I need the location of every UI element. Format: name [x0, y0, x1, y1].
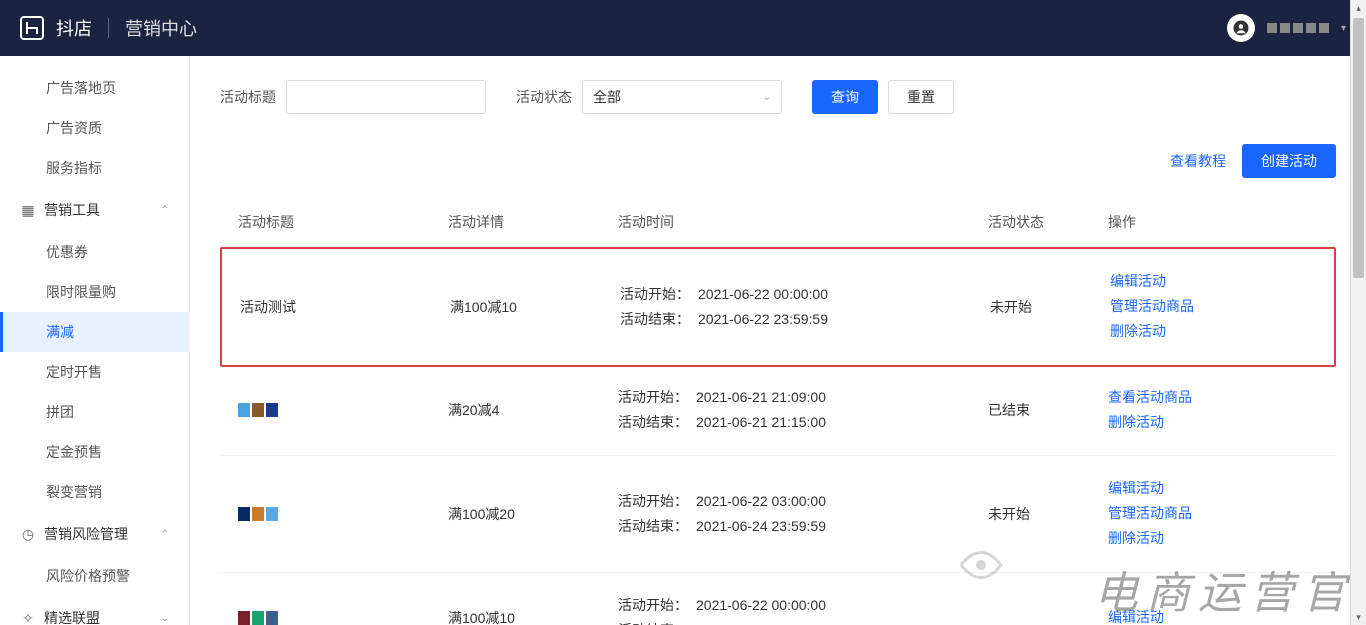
clock-icon: ◷ [20, 526, 36, 543]
logo-area[interactable]: 抖店 [20, 15, 92, 41]
cell-time: 活动开始：2021-06-22 03:00:00活动结束：2021-06-24 … [618, 489, 988, 539]
title-redacted [238, 403, 448, 417]
scrollbar-thumb[interactable] [1353, 18, 1364, 278]
star-icon: ✧ [20, 610, 36, 625]
action-link[interactable]: 编辑活动 [1110, 269, 1316, 294]
header-divider [108, 18, 109, 38]
table-row: 满20减4活动开始：2021-06-21 21:09:00活动结束：2021-0… [220, 365, 1336, 456]
sidebar-section-header[interactable]: ▦ 营销工具 ⌃ [0, 188, 189, 232]
brand-name: 抖店 [56, 15, 92, 41]
cell-status: 未开始 [988, 504, 1108, 524]
action-link[interactable]: 查看活动商品 [1108, 385, 1318, 410]
table-row: 满100减10活动开始：2021-06-22 00:00:00活动结束：2021… [220, 573, 1336, 625]
sidebar-section-label: 营销工具 [44, 200, 100, 220]
cell-detail: 满100减20 [448, 504, 618, 524]
sidebar-item[interactable]: 限时限量购 [0, 272, 189, 312]
sidebar-item[interactable]: 定金预售 [0, 432, 189, 472]
chevron-up-icon: ⌃ [161, 529, 169, 540]
top-header: 抖店 营销中心 ▾ [0, 0, 1366, 56]
cell-actions: 编辑活动管理活动商品删除活动 [1108, 476, 1318, 552]
sidebar-section-header[interactable]: ◷ 营销风险管理 ⌃ [0, 512, 189, 556]
sidebar-section-label: 营销风险管理 [44, 524, 128, 544]
page-title: 营销中心 [125, 15, 197, 41]
avatar-icon [1227, 14, 1255, 42]
action-link[interactable]: 编辑活动 [1108, 605, 1318, 625]
grid-icon: ▦ [20, 202, 36, 219]
main-content: 活动标题 活动状态 全部 ⌄ 查询 重置 查看教程 创建活动 活动标题 活 [190, 56, 1366, 625]
chevron-down-icon: ⌄ [763, 92, 771, 103]
title-redacted [238, 507, 448, 521]
vertical-scrollbar[interactable]: ▴ ▾ [1350, 0, 1366, 625]
th-time: 活动时间 [618, 212, 988, 232]
action-link[interactable]: 管理活动商品 [1108, 501, 1318, 526]
cell-actions: 编辑活动管理活动商品删除活动 [1110, 269, 1316, 345]
action-link[interactable]: 删除活动 [1110, 319, 1316, 344]
cell-actions: 编辑活动 [1108, 605, 1318, 625]
th-title: 活动标题 [238, 212, 448, 232]
cell-time: 活动开始：2021-06-22 00:00:00活动结束：2021-06-22 … [620, 282, 990, 332]
filter-status-label: 活动状态 [516, 87, 572, 107]
username-redacted [1267, 23, 1329, 33]
sidebar-item[interactable]: 服务指标 [0, 148, 189, 188]
filter-status-select[interactable]: 全部 ⌄ [582, 80, 782, 114]
cell-status: 未开始 [990, 297, 1110, 317]
sidebar-section-header[interactable]: ✧ 精选联盟 ⌄ [0, 596, 189, 625]
sidebar-item[interactable]: 风险价格预警 [0, 556, 189, 596]
th-status: 活动状态 [988, 212, 1108, 232]
th-detail: 活动详情 [448, 212, 618, 232]
create-activity-button[interactable]: 创建活动 [1242, 144, 1336, 178]
cell-time: 活动开始：2021-06-22 00:00:00活动结束：2021-06-24 … [618, 593, 988, 625]
scroll-down-arrow-icon[interactable]: ▾ [1351, 609, 1366, 625]
cell-detail: 满100减10 [448, 608, 618, 625]
cell-status: 已结束 [988, 400, 1108, 420]
cell-time: 活动开始：2021-06-21 21:09:00活动结束：2021-06-21 … [618, 385, 988, 435]
chevron-down-icon: ▾ [1341, 23, 1346, 34]
sidebar-item[interactable]: 广告资质 [0, 108, 189, 148]
reset-button[interactable]: 重置 [888, 80, 954, 114]
toolbar: 查看教程 创建活动 [220, 144, 1336, 178]
action-link[interactable]: 编辑活动 [1108, 476, 1318, 501]
sidebar-item[interactable]: 优惠券 [0, 232, 189, 272]
query-button[interactable]: 查询 [812, 80, 878, 114]
filter-bar: 活动标题 活动状态 全部 ⌄ 查询 重置 [220, 80, 1336, 114]
activity-table: 活动标题 活动详情 活动时间 活动状态 操作 活动测试满100减10活动开始：2… [220, 198, 1336, 625]
sidebar-item[interactable]: 满减 [0, 312, 189, 352]
action-link[interactable]: 删除活动 [1108, 410, 1318, 435]
cell-actions: 查看活动商品删除活动 [1108, 385, 1318, 435]
title-redacted [238, 611, 448, 625]
sidebar-item[interactable]: 定时开售 [0, 352, 189, 392]
chevron-down-icon: ⌄ [161, 613, 169, 624]
action-link[interactable]: 删除活动 [1108, 526, 1318, 551]
filter-status-value: 全部 [593, 87, 621, 107]
filter-title-input[interactable] [286, 80, 486, 114]
table-header-row: 活动标题 活动详情 活动时间 活动状态 操作 [220, 198, 1336, 247]
tutorial-link[interactable]: 查看教程 [1170, 151, 1226, 171]
cell-detail: 满20减4 [448, 400, 618, 420]
sidebar-item[interactable]: 拼团 [0, 392, 189, 432]
table-row: 满100减20活动开始：2021-06-22 03:00:00活动结束：2021… [220, 456, 1336, 573]
table-row: 活动测试满100减10活动开始：2021-06-22 00:00:00活动结束：… [220, 247, 1336, 367]
action-link[interactable]: 管理活动商品 [1110, 294, 1316, 319]
sidebar-section-label: 精选联盟 [44, 608, 100, 625]
logo-icon [20, 16, 44, 40]
chevron-up-icon: ⌃ [161, 205, 169, 216]
cell-title: 活动测试 [240, 297, 450, 317]
sidebar-item[interactable]: 裂变营销 [0, 472, 189, 512]
filter-title-label: 活动标题 [220, 87, 276, 107]
sidebar-item[interactable]: 广告落地页 [0, 68, 189, 108]
header-user-area[interactable]: ▾ [1227, 14, 1346, 42]
th-action: 操作 [1108, 212, 1318, 232]
sidebar: 广告落地页广告资质服务指标 ▦ 营销工具 ⌃ 优惠券限时限量购满减定时开售拼团定金预售裂… [0, 56, 190, 625]
cell-detail: 满100减10 [450, 297, 620, 317]
scroll-up-arrow-icon[interactable]: ▴ [1351, 0, 1366, 16]
